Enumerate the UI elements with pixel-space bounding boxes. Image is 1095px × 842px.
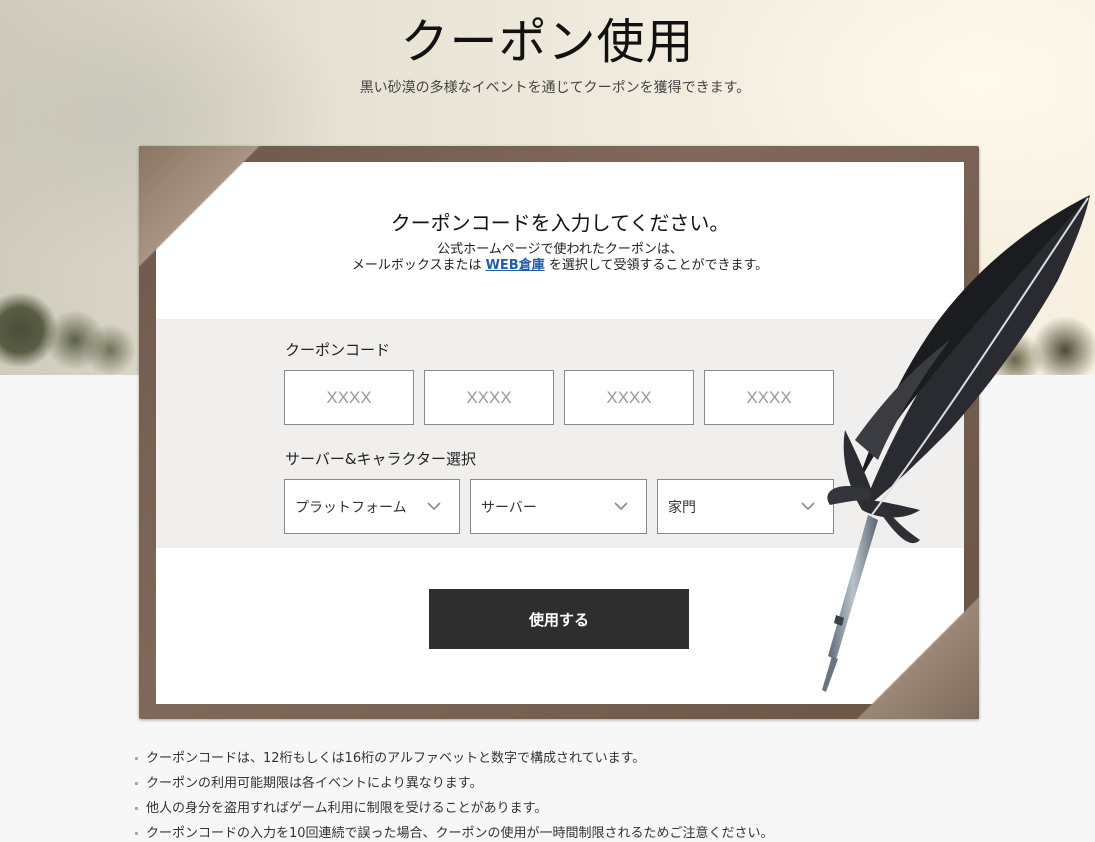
coupon-code-label: クーポンコード [285,341,391,359]
web-warehouse-link[interactable]: WEB倉庫 [486,258,545,273]
desc-suffix: を選択して受領することができます。 [544,258,769,273]
list-item: クーポンコードは、12桁もしくは16桁のアルファベットと数字で構成されています。 [135,746,774,771]
chevron-down-icon [614,502,628,511]
feather-quill-icon [822,195,1090,692]
trees-left [0,270,160,375]
server-select[interactable]: サーバー [470,479,647,534]
use-coupon-button[interactable]: 使用する [429,589,689,649]
coupon-code-input-3[interactable] [564,370,694,425]
coupon-code-input-1[interactable] [284,370,414,425]
chevron-down-icon [427,502,441,511]
desc-prefix: メールボックスまたは [351,258,486,273]
notes-list: クーポンコードは、12桁もしくは16桁のアルファベットと数字で構成されています。… [135,746,774,842]
page-title: クーポン使用 [400,14,695,70]
server-select-value: サーバー [481,499,537,516]
page-subtitle: 黒い砂漠の多様なイベントを通じてクーポンを獲得できます。 [359,80,751,96]
family-select-value: 家門 [668,499,696,516]
list-item: クーポンコードの入力を10回連続で誤った場合、クーポンの使用が一時間制限されるた… [135,821,774,842]
server-character-label: サーバー&キャラクター選択 [285,450,476,468]
coupon-code-input-2[interactable] [424,370,554,425]
list-item: 他人の身分を盗用すればゲーム利用に制限を受けることがあります。 [135,796,774,821]
platform-select[interactable]: プラットフォーム [284,479,460,534]
platform-select-value: プラットフォーム [295,499,407,516]
list-item: クーポンの利用可能期限は各イベントにより異なります。 [135,771,774,796]
